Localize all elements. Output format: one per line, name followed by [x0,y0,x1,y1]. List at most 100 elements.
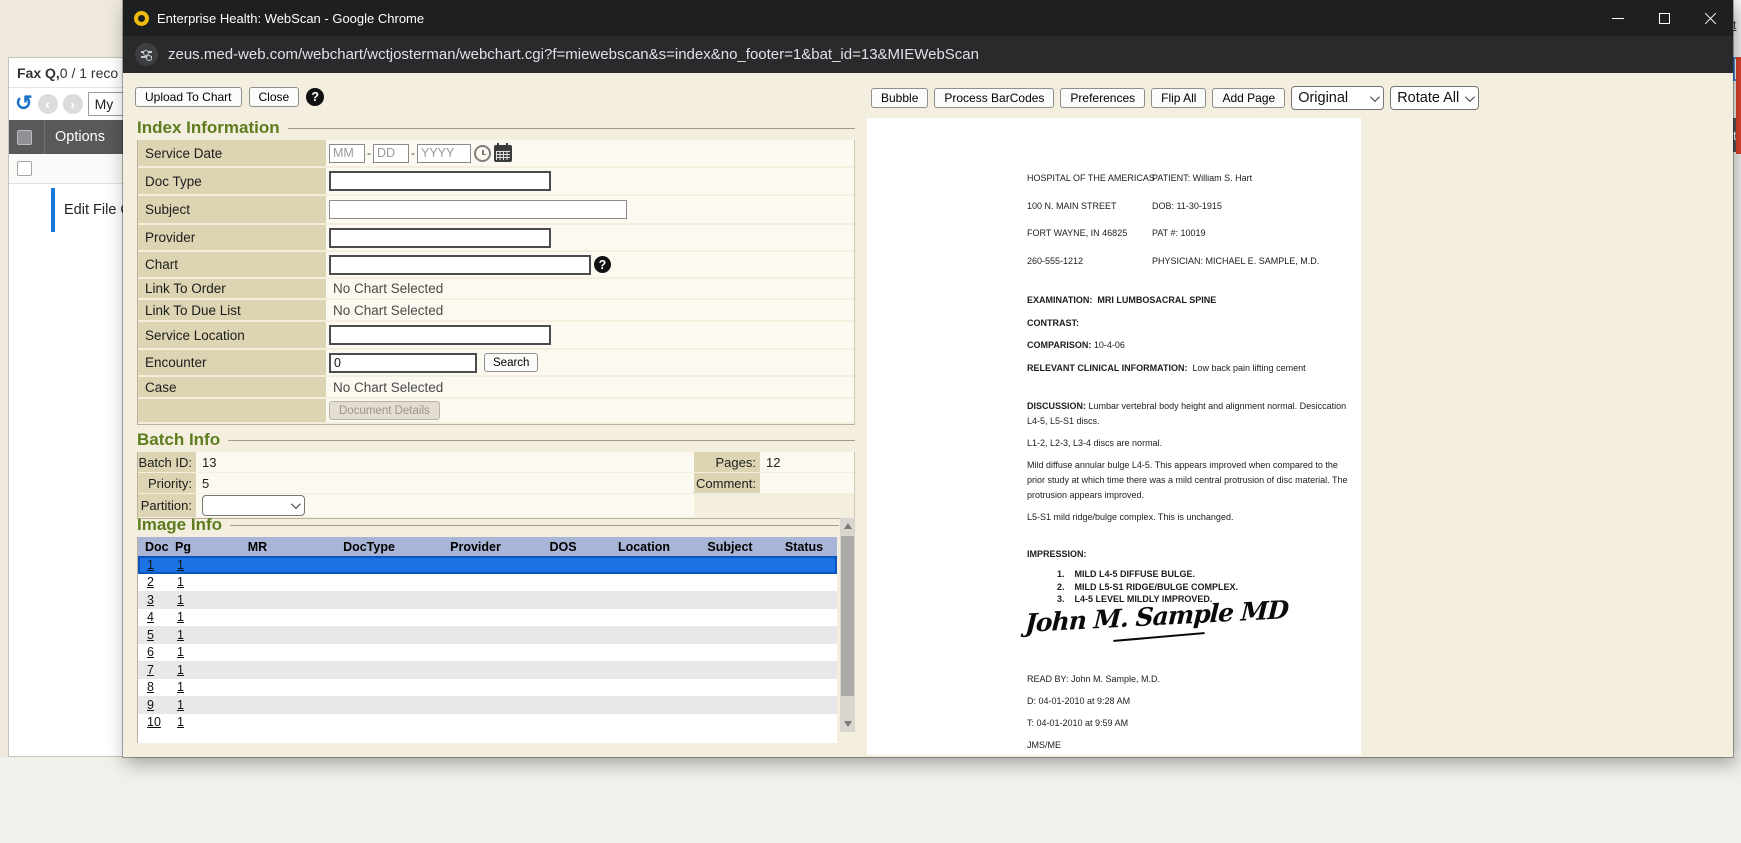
page-link[interactable]: 1 [168,645,200,659]
doc-link[interactable]: 2 [138,575,168,589]
upload-to-chart-button[interactable]: Upload To Chart [135,87,242,107]
doc-link[interactable]: 5 [138,628,168,642]
select-all-checkbox[interactable] [17,130,32,145]
table-scrollbar[interactable] [840,518,855,732]
batch-id-row: Batch ID: 13 Pages: 12 [138,452,854,473]
scrollbar-thumb[interactable] [841,536,854,696]
subject-row: Subject [138,196,854,225]
maximize-button[interactable] [1641,0,1687,36]
minimize-button[interactable] [1595,0,1641,36]
doc-link[interactable]: 9 [138,698,168,712]
comparison-label: COMPARISON: [1027,340,1091,350]
zoom-select[interactable]: Original [1291,86,1384,110]
scanned-document-preview[interactable]: HOSPITAL OF THE AMERICAS 100 N. MAIN STR… [867,118,1361,755]
batch-info-section: Batch Info Batch ID: 13 Pages: 12 Priori… [137,430,855,519]
doc-link[interactable]: 10 [138,715,168,729]
table-row[interactable]: 7 1 [138,661,837,679]
refresh-icon[interactable]: ↺ [15,94,33,114]
col-doc[interactable]: Doc [138,540,168,554]
close-button[interactable]: Close [249,87,300,107]
help-icon[interactable]: ? [306,88,324,106]
doc-link[interactable]: 8 [138,680,168,694]
table-row[interactable]: 6 1 [138,644,837,662]
service-date-month-input[interactable] [329,144,365,163]
legend-line [230,525,839,526]
scroll-up-icon[interactable] [840,518,855,534]
time-picker-icon[interactable] [474,145,491,162]
pages-value: 12 [760,452,854,472]
table-row[interactable]: 4 1 [138,609,837,627]
window-title: Enterprise Health: WebScan - Google Chro… [157,11,424,26]
table-row[interactable]: 10 1 [138,714,837,732]
forward-icon[interactable]: › [63,94,83,114]
minimize-icon [1612,18,1624,19]
service-date-day-input[interactable] [373,144,409,163]
page-link[interactable]: 1 [168,663,200,677]
comment-value [760,473,854,493]
page-link[interactable]: 1 [168,610,200,624]
doc-link[interactable]: 4 [138,610,168,624]
patient-block: PATIENT: William S. Hart DOB: 11-30-1915… [1152,165,1319,275]
table-row[interactable]: 8 1 [138,679,837,697]
row-checkbox[interactable] [17,161,32,176]
table-row-selected[interactable]: 1 1 [138,556,837,574]
doc-link[interactable]: 7 [138,663,168,677]
provider-input[interactable] [329,228,551,248]
table-row[interactable]: 3 1 [138,591,837,609]
edit-file-label[interactable]: Edit File C [64,202,131,218]
close-window-button[interactable] [1687,0,1733,36]
service-date-year-input[interactable] [417,144,471,163]
examination-label: EXAMINATION: [1027,295,1092,305]
doc-type-input[interactable] [329,171,551,191]
page-link[interactable]: 1 [168,593,200,607]
service-location-input[interactable] [329,325,551,345]
page-link[interactable]: 1 [168,558,200,572]
url-text[interactable]: zeus.med-web.com/webchart/wctjosterman/w… [168,46,979,63]
url-bar[interactable]: zeus.med-web.com/webchart/wctjosterman/w… [123,36,1733,73]
encounter-search-button[interactable]: Search [484,353,538,372]
doc-link[interactable]: 6 [138,645,168,659]
preferences-button[interactable]: Preferences [1060,88,1145,108]
col-mr[interactable]: MR [200,540,315,554]
table-row[interactable]: 9 1 [138,696,837,714]
fax-queue-count: 0 / 1 reco [60,65,118,81]
window-titlebar[interactable]: Enterprise Health: WebScan - Google Chro… [123,0,1733,36]
doc-link[interactable]: 3 [138,593,168,607]
calendar-icon[interactable] [494,145,512,162]
maximize-icon [1659,13,1670,24]
doc-link[interactable]: 1 [138,558,168,572]
page-link[interactable]: 1 [168,698,200,712]
site-settings-icon[interactable] [135,43,158,66]
table-row[interactable]: 5 1 [138,626,837,644]
page-link[interactable]: 1 [168,680,200,694]
rotate-select[interactable]: Rotate All [1390,86,1479,110]
col-pg[interactable]: Pg [168,540,200,554]
col-subject[interactable]: Subject [690,540,770,554]
bubble-button[interactable]: Bubble [871,88,928,108]
subject-input[interactable] [329,200,627,219]
chart-help-icon[interactable]: ? [594,256,611,273]
back-icon[interactable]: ‹ [38,94,58,114]
process-barcodes-button[interactable]: Process BarCodes [934,88,1054,108]
service-date-label: Service Date [138,140,326,166]
col-location[interactable]: Location [598,540,690,554]
page-link[interactable]: 1 [168,628,200,642]
flip-all-button[interactable]: Flip All [1151,88,1206,108]
col-dos[interactable]: DOS [528,540,598,554]
link-to-due-list-row: Link To Due List No Chart Selected [138,300,854,322]
scroll-down-icon[interactable] [840,716,855,732]
page-link[interactable]: 1 [168,575,200,589]
table-row[interactable]: 2 1 [138,574,837,592]
queue-filter-select[interactable]: My [88,92,126,116]
chart-input[interactable] [329,255,591,275]
add-page-button[interactable]: Add Page [1212,88,1285,108]
col-status[interactable]: Status [770,540,838,554]
encounter-input[interactable] [329,353,477,373]
discussion-paragraph: Mild diffuse annular bulge L4-5. This ap… [1027,458,1349,503]
col-provider[interactable]: Provider [423,540,528,554]
partition-select[interactable] [202,495,305,516]
col-doctype[interactable]: DocType [315,540,423,554]
page-link[interactable]: 1 [168,715,200,729]
priority-label: Priority: [138,473,196,493]
case-label: Case [138,377,326,397]
